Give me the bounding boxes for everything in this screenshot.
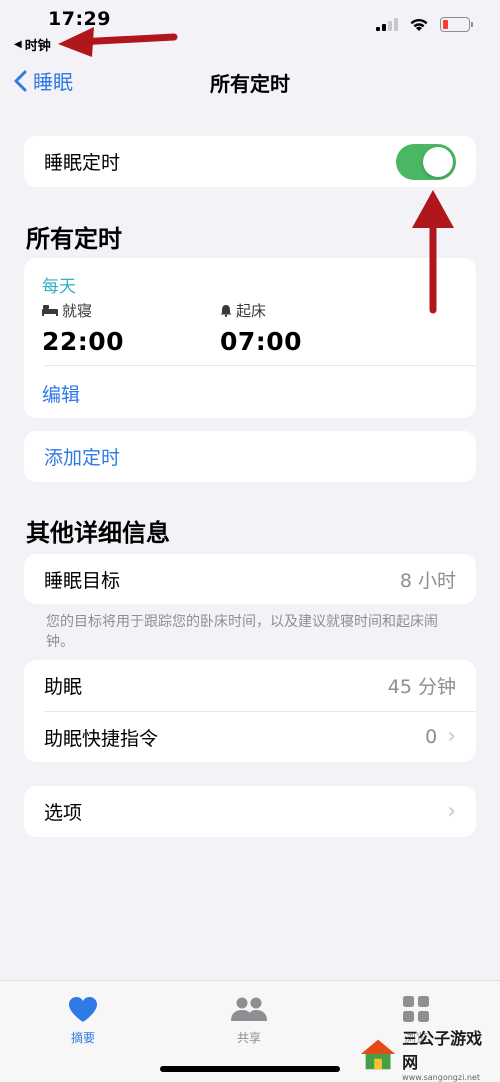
wind-down-shortcuts-row[interactable]: 助眠快捷指令 0 › [24, 712, 476, 762]
page-title: 所有定时 [210, 72, 290, 96]
add-schedule-card[interactable]: 添加定时 [24, 431, 476, 482]
edit-schedule-link[interactable]: 编辑 [42, 380, 80, 407]
tab-sharing[interactable]: 共享 [199, 993, 299, 1046]
bedtime-value: 22:00 [42, 327, 125, 356]
wake-value: 07:00 [220, 327, 303, 356]
sleep-schedule-label: 睡眠定时 [44, 152, 121, 174]
chevron-right-icon: › [447, 724, 456, 749]
grid-icon [403, 996, 429, 1022]
other-details-heading: 其他详细信息 [26, 519, 170, 547]
watermark-name: 三公子游戏网 [402, 1028, 483, 1072]
wind-down-card: 助眠 45 分钟 助眠快捷指令 0 › [24, 660, 476, 762]
wind-down-value: 45 分钟 [387, 676, 456, 698]
back-to-app-link[interactable]: ◀ 时钟 [14, 35, 51, 54]
bedtime-label: 就寝 [62, 302, 93, 320]
wake-block: 起床 07:00 [220, 300, 302, 356]
tab-summary[interactable]: 摘要 [33, 993, 133, 1046]
navigation-bar: 睡眠 所有定时 [0, 62, 500, 102]
schedule-days: 每天 [42, 277, 76, 297]
tab-label: 摘要 [70, 1031, 95, 1045]
bed-icon [42, 305, 58, 316]
cellular-signal-icon [376, 18, 398, 31]
heart-icon [69, 996, 97, 1022]
back-triangle-icon: ◀ [14, 39, 22, 50]
home-indicator [160, 1066, 340, 1072]
sleep-schedule-toggle[interactable] [396, 143, 456, 180]
alarm-bell-icon [220, 305, 232, 317]
people-icon [231, 997, 267, 1021]
watermark-url: www.sangongzi.net [402, 1072, 480, 1082]
back-app-label: 时钟 [24, 39, 51, 54]
watermark: 三公子游戏网 www.sangongzi.net [358, 1028, 494, 1082]
wake-label: 起床 [236, 302, 267, 320]
sleep-schedule-card: 睡眠定时 [24, 136, 476, 187]
status-icons [376, 17, 473, 32]
wind-down-row[interactable]: 助眠 45 分钟 [24, 660, 476, 711]
sleep-goal-footnote: 您的目标将用于跟踪您的卧床时间，以及建议就寝时间和起床闹钟。 [46, 614, 438, 650]
watermark-logo-icon [360, 1039, 396, 1070]
battery-icon [440, 17, 473, 32]
status-bar: 17:29 ◀ 时钟 [0, 0, 500, 58]
wifi-icon [410, 18, 428, 31]
wind-down-shortcuts-label: 助眠快捷指令 [44, 727, 159, 750]
wind-down-label: 助眠 [44, 676, 83, 698]
sleep-goal-card[interactable]: 睡眠目标 8 小时 [24, 554, 476, 604]
sleep-goal-label: 睡眠目标 [44, 569, 121, 592]
schedule-card[interactable]: 每天 就寝 22:00 起床 07:00 编辑 [24, 258, 476, 418]
all-schedules-heading: 所有定时 [26, 225, 122, 253]
bedtime-block: 就寝 22:00 [42, 300, 124, 356]
options-label: 选项 [44, 802, 83, 824]
add-schedule-button[interactable]: 添加定时 [44, 443, 120, 470]
tab-label: 共享 [236, 1031, 261, 1045]
wind-down-shortcuts-value: 0 [425, 726, 438, 748]
status-time: 17:29 [48, 8, 111, 30]
options-card[interactable]: 选项 › [24, 786, 476, 837]
divider [44, 365, 476, 366]
sleep-goal-value: 8 小时 [399, 569, 456, 592]
toggle-knob [423, 146, 453, 177]
chevron-right-icon: › [447, 798, 456, 824]
